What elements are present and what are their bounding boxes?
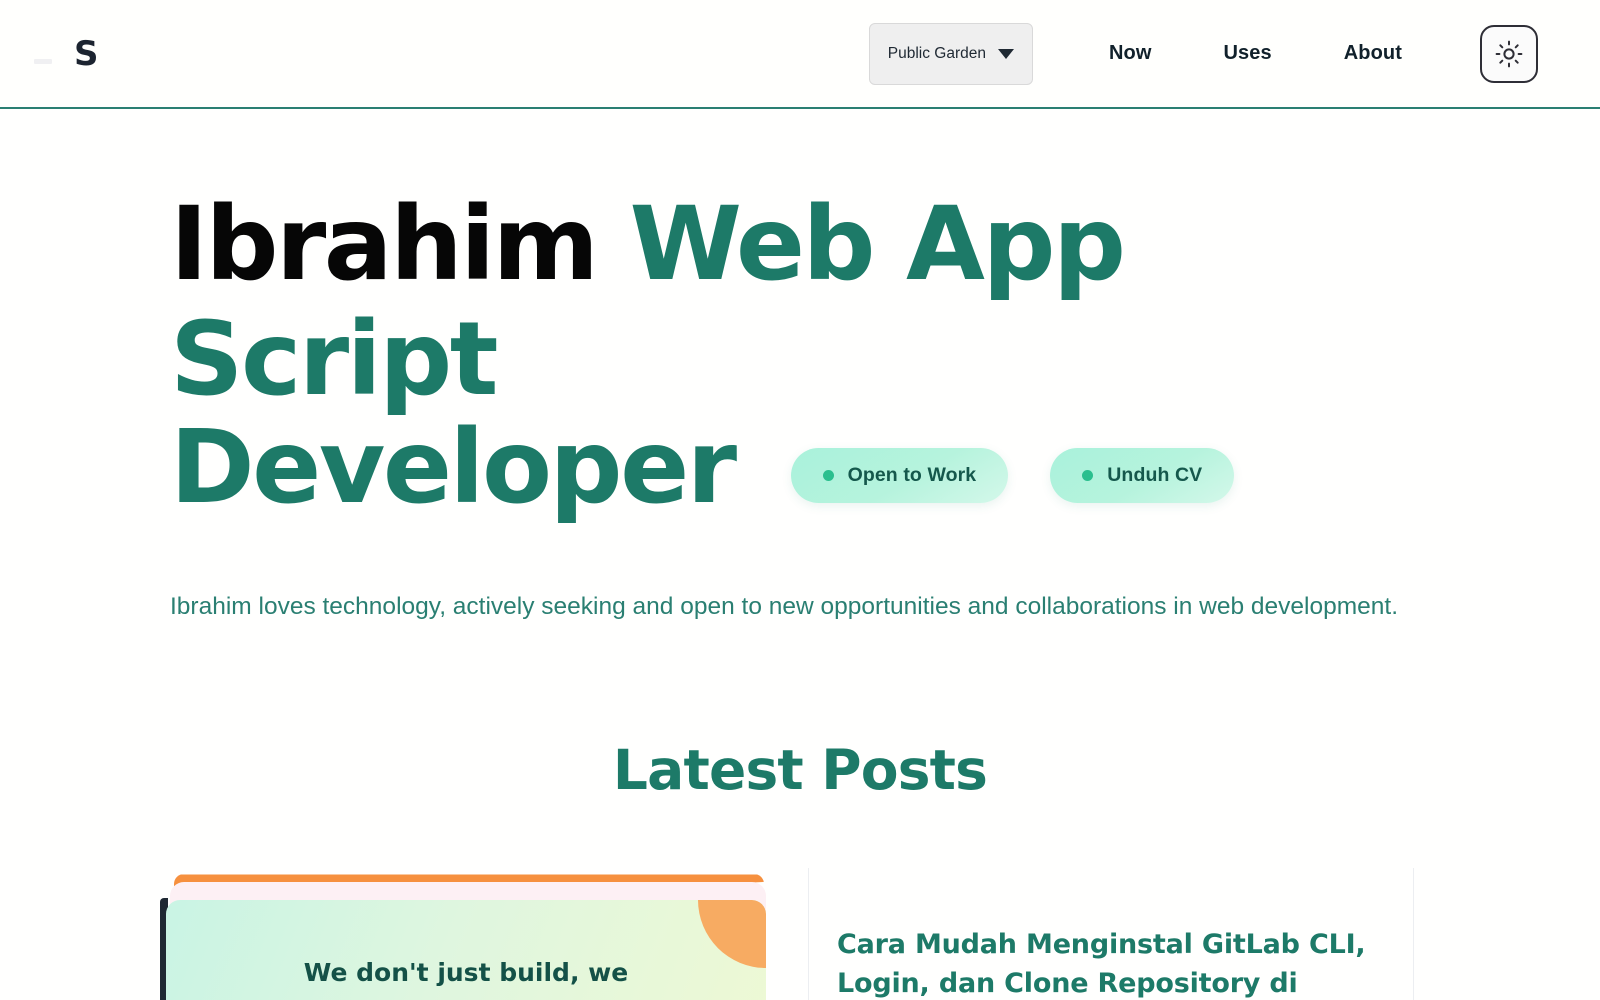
post-title-link[interactable]: Cara Mudah Menginstal GitLab CLI, Login,… — [837, 926, 1377, 1000]
latest-posts-section: Latest Posts We don't just build, we edu… — [0, 738, 1600, 1000]
thumbnail-screen: We don't just build, we educate, inspire… — [166, 900, 766, 1000]
hero-badge-group: Open to Work Unduh CV — [790, 447, 1235, 503]
page-title: Ibrahim Web App Script — [170, 187, 1470, 418]
hero-title-row-two: Developer Open to Work Unduh CV — [170, 407, 1600, 527]
site-header: S Public Garden Now Uses About — [0, 0, 1600, 109]
brand-s-logo[interactable]: S — [74, 37, 98, 71]
faint-placeholder-mark-icon — [34, 59, 52, 64]
thumbnail-quote: We don't just build, we educate, inspire… — [166, 954, 766, 1000]
chevron-down-icon — [997, 48, 1014, 59]
open-to-work-badge[interactable]: Open to Work — [790, 447, 1009, 503]
open-to-work-badge-label: Open to Work — [847, 463, 977, 486]
download-cv-badge[interactable]: Unduh CV — [1050, 447, 1235, 503]
nav-link-about[interactable]: About — [1308, 42, 1438, 65]
latest-posts-heading: Latest Posts — [612, 738, 988, 803]
latest-posts-row: We don't just build, we educate, inspire… — [0, 868, 1600, 1000]
post-thumbnail[interactable]: We don't just build, we educate, inspire… — [160, 868, 768, 1000]
nav-link-now[interactable]: Now — [1073, 42, 1188, 65]
nav-link-uses[interactable]: Uses — [1188, 42, 1308, 65]
main-navigation: Public Garden Now Uses About — [868, 22, 1600, 85]
status-dot-icon — [1082, 469, 1094, 481]
hero-title-name: Ibrahim — [170, 185, 630, 304]
hero-title-role-line2-wrap: Developer — [170, 407, 737, 527]
theme-toggle-button[interactable] — [1480, 24, 1538, 83]
hero-description: Ibrahim loves technology, actively seeki… — [170, 592, 1399, 620]
status-dot-icon — [822, 469, 834, 481]
hero-title-role-line2: Developer — [170, 407, 737, 527]
post-card: Cara Mudah Menginstal GitLab CLI, Login,… — [808, 868, 1414, 1000]
brand-zone: S — [0, 37, 98, 71]
download-cv-badge-label: Unduh CV — [1107, 463, 1203, 486]
sun-icon — [1495, 40, 1523, 67]
public-garden-dropdown[interactable]: Public Garden — [868, 22, 1033, 85]
hero-section: Ibrahim Web App Script Developer Open to… — [0, 109, 1600, 626]
thumbnail-quote-line1: We don't just build, we — [303, 958, 629, 988]
public-garden-dropdown-label: Public Garden — [887, 44, 986, 62]
